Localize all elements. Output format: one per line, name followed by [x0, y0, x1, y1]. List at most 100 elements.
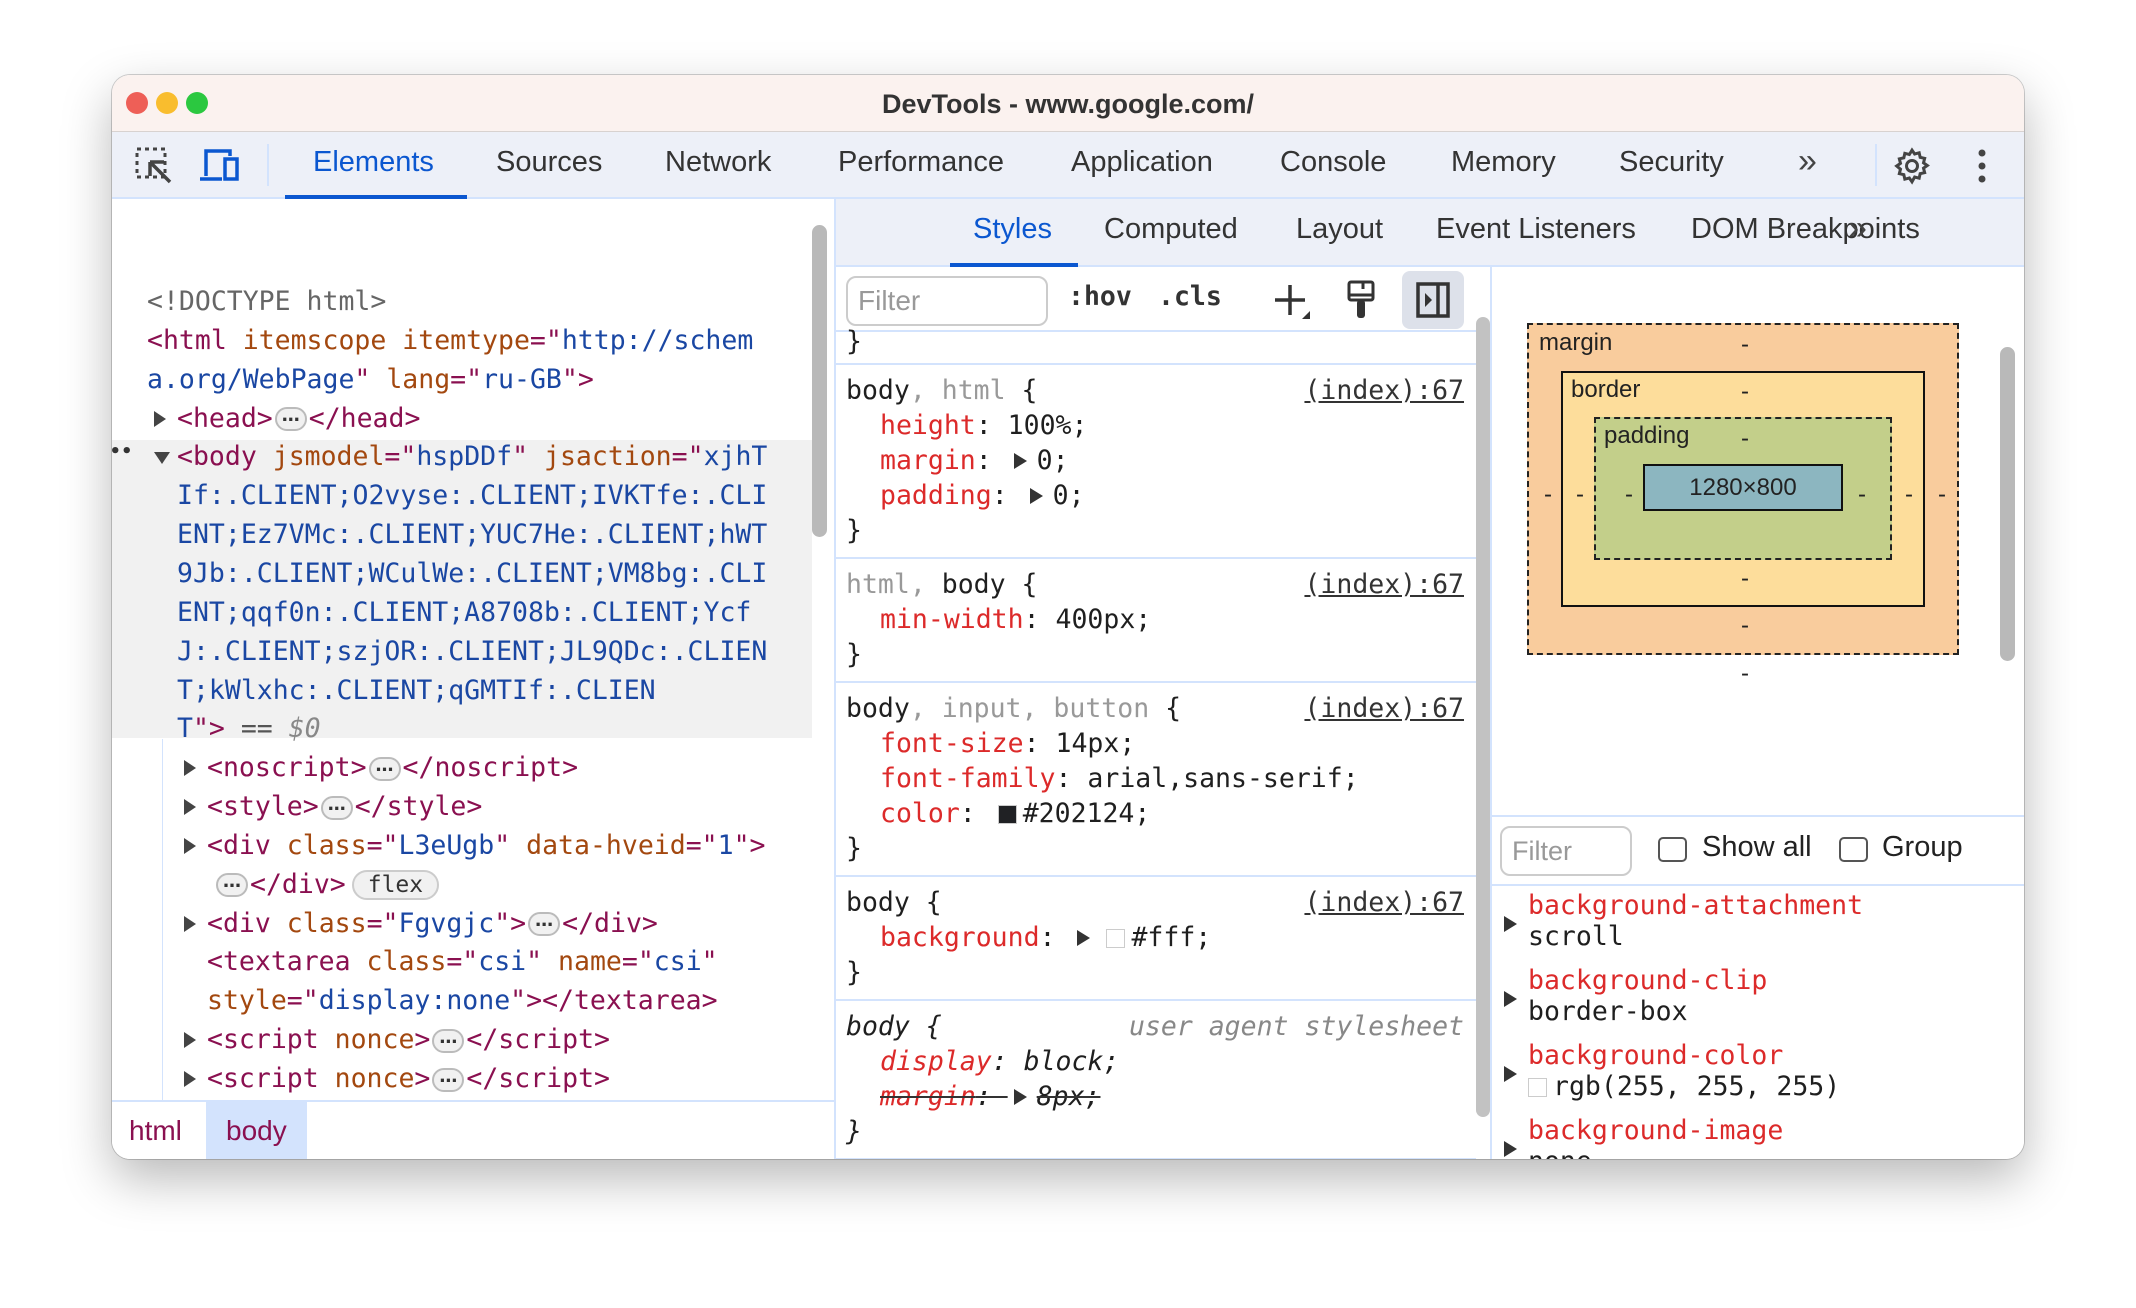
box-model-value[interactable]: -	[1576, 481, 1584, 509]
property-value[interactable]: 100%;	[1008, 410, 1088, 441]
expand-triangle-icon[interactable]	[1504, 916, 1517, 932]
rule-source-link[interactable]: (index):67	[1304, 691, 1464, 726]
property-value[interactable]: #202124;	[1023, 798, 1151, 829]
property-name[interactable]: color	[880, 798, 960, 829]
box-model-content[interactable]: 1280×800	[1643, 464, 1843, 511]
style-property[interactable]: min-width: 400px;	[846, 602, 1476, 637]
styles-filter-input[interactable]: Filter	[846, 276, 1048, 326]
collapsed-children-button[interactable]: …	[432, 1028, 465, 1053]
dom-node-line[interactable]: <html itemscope itemtype="http://schem	[112, 321, 833, 360]
expand-triangle-icon[interactable]	[184, 837, 196, 854]
dom-node-line[interactable]: ENT;qqf0n:.CLIENT;A8708b:.CLIENT;Ycf	[112, 593, 833, 632]
hover-state-toggle[interactable]: :hov	[1068, 281, 1132, 312]
rule-source-link[interactable]: (index):67	[1304, 885, 1464, 920]
more-sidebar-tabs-button[interactable]: »	[1848, 209, 1867, 248]
color-swatch[interactable]	[997, 805, 1017, 824]
collapsed-children-button[interactable]: …	[216, 873, 248, 898]
tab-dom-breakpoints[interactable]: DOM Breakpoints	[1691, 213, 1920, 246]
breadcrumb-body[interactable]: body	[206, 1102, 307, 1159]
box-model-value[interactable]: -	[1858, 481, 1866, 509]
box-model-value[interactable]: -	[1905, 481, 1913, 509]
style-property[interactable]: font-family: arial,sans-serif;	[846, 761, 1476, 796]
class-toggle[interactable]: .cls	[1158, 281, 1222, 312]
tab-computed[interactable]: Computed	[1104, 213, 1238, 246]
tab-security[interactable]: Security	[1619, 146, 1724, 179]
dom-node-line[interactable]: <script nonce>…</script>	[112, 1059, 833, 1098]
kebab-menu-icon[interactable]	[1974, 148, 1990, 184]
tab-elements[interactable]: Elements	[313, 146, 434, 179]
tab-network[interactable]: Network	[665, 146, 771, 179]
style-property[interactable]: margin: 8px;	[846, 1079, 1476, 1114]
tab-styles[interactable]: Styles	[973, 213, 1052, 246]
property-value[interactable]: 0;	[1053, 480, 1085, 511]
style-property[interactable]: color: #202124;	[846, 796, 1476, 831]
tab-console[interactable]: Console	[1280, 146, 1386, 179]
box-model-value[interactable]: -	[1625, 481, 1633, 509]
property-name[interactable]: min-width	[880, 604, 1024, 635]
property-name[interactable]: font-size	[880, 728, 1024, 759]
property-name[interactable]: background	[880, 922, 1040, 953]
property-value[interactable]: arial,sans-serif;	[1087, 763, 1358, 794]
tab-sources[interactable]: Sources	[496, 146, 602, 179]
box-model-value[interactable]: -	[1741, 378, 1749, 406]
box-model-value[interactable]: -	[1938, 481, 1946, 509]
tab-application[interactable]: Application	[1071, 146, 1213, 179]
style-property[interactable]: margin: 0;	[846, 443, 1476, 478]
collapsed-children-button[interactable]: …	[432, 1067, 465, 1092]
tab-memory[interactable]: Memory	[1451, 146, 1556, 179]
expand-triangle-icon[interactable]	[1504, 991, 1517, 1007]
color-swatch[interactable]	[1106, 929, 1126, 948]
expand-triangle-icon[interactable]	[154, 410, 166, 427]
expand-shorthand-icon[interactable]	[1029, 488, 1043, 504]
new-style-rule-icon[interactable]	[1272, 281, 1312, 321]
box-model-value[interactable]: -	[1741, 425, 1749, 453]
group-checkbox[interactable]	[1839, 837, 1868, 862]
collapsed-children-button[interactable]: …	[274, 407, 307, 432]
show-all-checkbox[interactable]	[1658, 837, 1687, 862]
property-value[interactable]: block;	[1024, 1046, 1120, 1077]
style-property[interactable]: padding: 0;	[846, 478, 1476, 513]
dom-node-line[interactable]: <!DOCTYPE html>	[112, 282, 833, 321]
box-model-value[interactable]: -	[1741, 612, 1749, 640]
property-name[interactable]: height	[880, 410, 976, 441]
expand-triangle-icon[interactable]	[184, 1032, 196, 1049]
expand-triangle-icon[interactable]	[1504, 1066, 1517, 1082]
style-property[interactable]: background: #fff;	[846, 920, 1476, 955]
elements-scrollbar[interactable]	[812, 225, 827, 537]
dom-node-line[interactable]: <style>… </style>	[112, 787, 833, 826]
computed-property[interactable]: background-imagenone	[1492, 1115, 2024, 1159]
style-property[interactable]: display: block;	[846, 1044, 1476, 1079]
collapsed-children-button[interactable]: …	[528, 912, 561, 937]
computed-property[interactable]: background-clip border-box	[1492, 965, 2024, 1040]
computed-property[interactable]: background-color rgb(255, 255, 255)	[1492, 1040, 2024, 1115]
dom-node-line[interactable]: <textarea class="csi" name="csi"	[112, 942, 833, 981]
style-property[interactable]: height: 100%;	[846, 408, 1476, 443]
device-toolbar-icon[interactable]	[198, 146, 242, 186]
rule-source-link[interactable]: (index):67	[1304, 567, 1464, 602]
expand-triangle-open-icon[interactable]	[154, 452, 170, 465]
dom-node-line[interactable]: <noscript>… </noscript>	[112, 748, 833, 787]
collapsed-children-button[interactable]: …	[320, 795, 353, 820]
dom-node-line[interactable]: If:.CLIENT;O2vyse:.CLIENT;IVKTfe:.CLI	[112, 476, 833, 515]
dom-node-line[interactable]: T;kWlxhc:.CLIENT;qGMTIf:.CLIEN	[112, 671, 833, 710]
dom-node-line[interactable]: 9Jb:.CLIENT;WCulWe:.CLIENT;VM8bg:.CLI	[112, 554, 833, 593]
expand-triangle-icon[interactable]	[184, 1071, 196, 1087]
expand-triangle-icon[interactable]	[184, 799, 196, 816]
tab-performance[interactable]: Performance	[838, 146, 1004, 179]
paint-brush-icon[interactable]	[1346, 279, 1376, 321]
style-property[interactable]: font-size: 14px;	[846, 726, 1476, 761]
computed-property[interactable]: background-attachment scroll	[1492, 890, 2024, 965]
dom-node-line[interactable]: style="display:none"></textarea>	[112, 981, 833, 1020]
rule-source-link[interactable]: (index):67	[1304, 373, 1464, 408]
dom-node-line[interactable]: T"> == $0	[112, 709, 833, 748]
expand-triangle-icon[interactable]	[184, 915, 196, 932]
dom-node-line[interactable]: J:.CLIENT;szjOR:.CLIENT;JL9QDc:.CLIEN	[112, 632, 833, 671]
selected-dom-node[interactable]: •••<body jsmodel="hspDDf" jsaction="xjhT	[112, 437, 833, 476]
dom-node-line[interactable]: <div class="Fgvgjc">… </div>	[112, 904, 833, 943]
property-value[interactable]: 14px;	[1056, 728, 1136, 759]
dom-node-line[interactable]: … </div> flex	[112, 865, 833, 904]
property-value[interactable]: 400px;	[1056, 604, 1152, 635]
box-model-value[interactable]: -	[1741, 331, 1749, 359]
collapsed-children-button[interactable]: …	[368, 756, 401, 781]
expand-shorthand-icon[interactable]	[1013, 453, 1027, 469]
